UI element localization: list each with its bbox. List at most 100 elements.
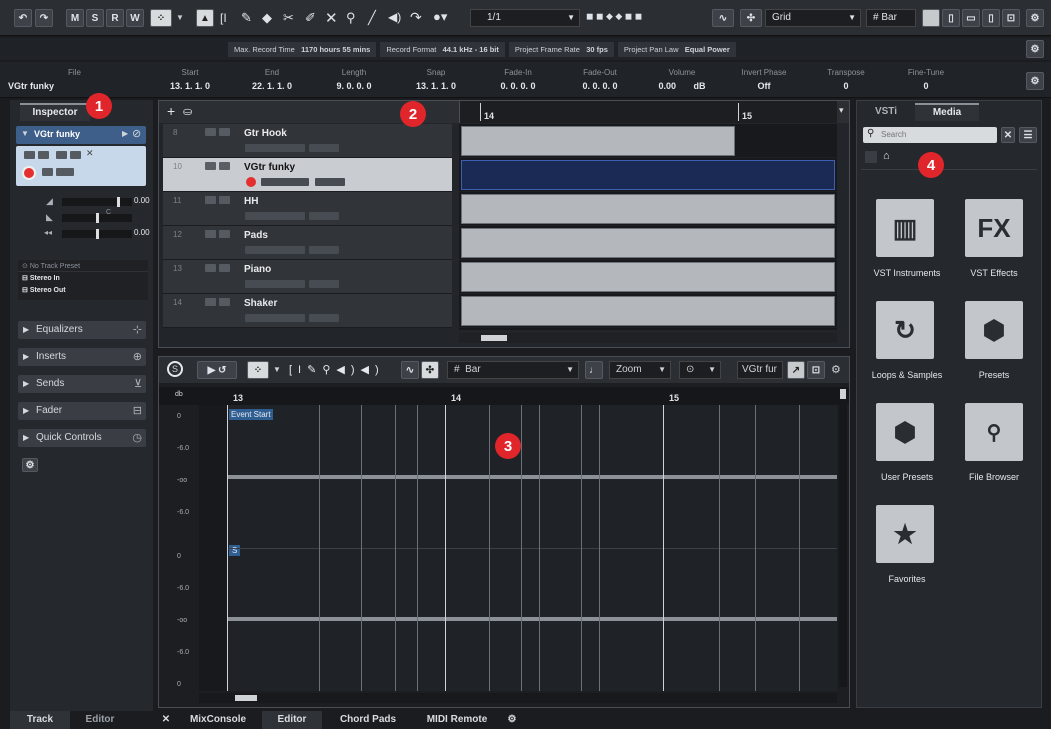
read-button[interactable]: R <box>106 9 124 27</box>
info-start[interactable]: Start 13. 1. 1. 0 <box>150 68 230 91</box>
mute-button[interactable] <box>205 196 216 204</box>
back-button[interactable] <box>865 151 877 163</box>
position-field[interactable]: 1/1 ▼ <box>470 9 580 27</box>
settings-gear-icon[interactable]: ⚙ <box>22 458 38 472</box>
editor-scrollbar[interactable] <box>199 693 837 703</box>
eraser-icon[interactable]: ◆ <box>262 10 272 26</box>
horizontal-scrollbar[interactable] <box>459 333 837 343</box>
info-fade-out[interactable]: Fade-Out 0. 0. 0. 0 <box>560 68 640 91</box>
pan-thumb[interactable] <box>96 213 99 223</box>
info-invert-phase[interactable]: Invert Phase Off <box>724 68 804 91</box>
event-start-marker[interactable]: Event Start <box>229 409 273 420</box>
settings-gear-icon[interactable]: ⚙ <box>831 363 841 376</box>
audio-event-selected[interactable] <box>461 160 835 190</box>
quick-controls-icon[interactable]: ◷ <box>132 429 142 447</box>
search-input[interactable] <box>881 128 991 141</box>
add-track-icon[interactable]: + <box>167 103 175 119</box>
note-icon[interactable]: ♩ <box>585 361 603 379</box>
object-selection-icon[interactable]: ▲ <box>196 9 214 27</box>
sends-icon[interactable]: ⊻ <box>134 375 142 393</box>
glue-icon[interactable]: ✐ <box>305 10 316 26</box>
solo-button[interactable] <box>219 162 230 170</box>
right-zone-icon[interactable]: ▯ <box>982 9 1000 27</box>
audio-event[interactable] <box>461 228 835 258</box>
scroll-thumb[interactable] <box>235 695 257 701</box>
fx-icon[interactable]: FX <box>965 199 1023 257</box>
tab-chord-pads[interactable]: Chord Pads <box>328 711 408 729</box>
track-controls[interactable] <box>245 246 305 254</box>
track-controls[interactable] <box>245 144 305 152</box>
pan-slider[interactable] <box>62 213 132 223</box>
track-read-write[interactable] <box>309 314 339 322</box>
editor-tools[interactable]: [I✎⚲◀)◀) <box>289 363 385 376</box>
left-zone-icon[interactable]: ▯ <box>942 9 960 27</box>
track-read-write[interactable] <box>309 144 339 152</box>
equalizers-section[interactable]: ▶ Equalizers ⊹ <box>18 321 146 339</box>
lock-button[interactable] <box>56 168 74 176</box>
transport-icon[interactable]: ⊡ <box>1002 9 1020 27</box>
x-icon[interactable]: ✕ <box>86 148 94 159</box>
mute-button[interactable] <box>24 151 35 159</box>
open-window-icon[interactable]: ↗ <box>787 361 805 379</box>
audio-event[interactable] <box>461 262 835 292</box>
record-format[interactable]: Record Format 44.1 kHz - 16 bit <box>380 42 505 57</box>
settings-gear-icon[interactable]: ⚙ <box>1026 9 1044 27</box>
fader-icon[interactable]: ⊟ <box>133 402 142 420</box>
scroll-thumb[interactable] <box>840 389 846 399</box>
quantize-select[interactable]: # Bar <box>866 9 916 27</box>
collapse-icon[interactable]: ▼ <box>21 129 29 138</box>
track-preset-field[interactable]: ⊙ No Track Preset <box>18 260 148 272</box>
monitor-button[interactable] <box>42 168 53 176</box>
info-volume[interactable]: Volume 0.00 dB <box>642 68 722 91</box>
fader-thumb[interactable] <box>117 197 120 207</box>
delay-thumb[interactable] <box>96 229 99 239</box>
info-end[interactable]: End 22. 1. 1. 0 <box>232 68 312 91</box>
track-controls[interactable] <box>245 314 305 322</box>
solo-button[interactable]: S <box>86 9 104 27</box>
edit-icon[interactable]: ⊘ <box>132 127 141 140</box>
mute-button[interactable] <box>205 128 216 136</box>
timeline-ruler[interactable]: 14 15 <box>459 101 837 123</box>
track-row[interactable]: 8 Gtr Hook <box>163 124 452 158</box>
solo-button[interactable] <box>219 230 230 238</box>
settings-gear-icon[interactable]: ⚙ <box>1026 72 1044 90</box>
mute-button[interactable] <box>205 162 216 170</box>
tab-editor[interactable]: Editor <box>70 711 130 729</box>
range-tool-icon[interactable]: [I <box>220 11 227 25</box>
track-read-write[interactable] <box>309 280 339 288</box>
solo-button[interactable] <box>219 264 230 272</box>
snap-grid-icon[interactable]: ✣ <box>421 361 439 379</box>
automation-mode-icon[interactable]: ⁘ <box>247 361 269 379</box>
nudge-controls[interactable]: ◼ ◼ ◆ ◆ ◼ ◼ <box>586 11 706 25</box>
inspector-track-header[interactable]: ▼ VGtr funky ▶ ⊘ <box>16 126 146 144</box>
zoom-select[interactable]: Zoom ▼ <box>609 361 671 379</box>
info-snap[interactable]: Snap 13. 1. 1. 0 <box>396 68 476 91</box>
ruler-menu-icon[interactable]: ▾ <box>839 105 844 116</box>
piano-keys-icon[interactable]: ▥ <box>876 199 934 257</box>
automation-mode-icon[interactable]: ⁘ <box>150 9 172 27</box>
quantize-select[interactable]: # Bar ▼ <box>447 361 579 379</box>
info-file[interactable]: File VGtr funky <box>8 68 81 91</box>
snap-curve-icon[interactable]: ∿ <box>401 361 419 379</box>
sustain-marker[interactable]: S <box>229 545 241 556</box>
write-button[interactable] <box>70 151 81 159</box>
solo-button[interactable] <box>219 298 230 306</box>
redo-button[interactable]: ↷ <box>35 9 53 27</box>
tab-mixconsole[interactable]: MixConsole <box>178 711 258 729</box>
scroll-thumb[interactable] <box>481 335 507 341</box>
output-routing[interactable]: ⊟ Stereo Out <box>18 284 148 296</box>
delete-icon[interactable]: ✕ <box>325 9 338 27</box>
file-browser-icon[interactable]: ⚲ <box>965 403 1023 461</box>
audio-event[interactable] <box>461 126 735 156</box>
track-folder-icon[interactable]: ⛀ <box>183 105 192 118</box>
chevron-down-icon[interactable]: ▼ <box>176 13 184 22</box>
info-fine-tune[interactable]: Fine-Tune 0 <box>886 68 966 91</box>
loop-icon[interactable]: ↻ <box>876 301 934 359</box>
star-icon[interactable]: ★ <box>876 505 934 563</box>
info-length[interactable]: Length 9. 0. 0. 0 <box>314 68 394 91</box>
mute-button[interactable]: M <box>66 9 84 27</box>
play-loop-icon[interactable]: ▶ ↺ <box>197 361 237 379</box>
insert-icon[interactable]: ⊕ <box>133 348 142 366</box>
track-read-write[interactable] <box>315 178 345 186</box>
tab-media[interactable]: Media <box>915 103 979 121</box>
